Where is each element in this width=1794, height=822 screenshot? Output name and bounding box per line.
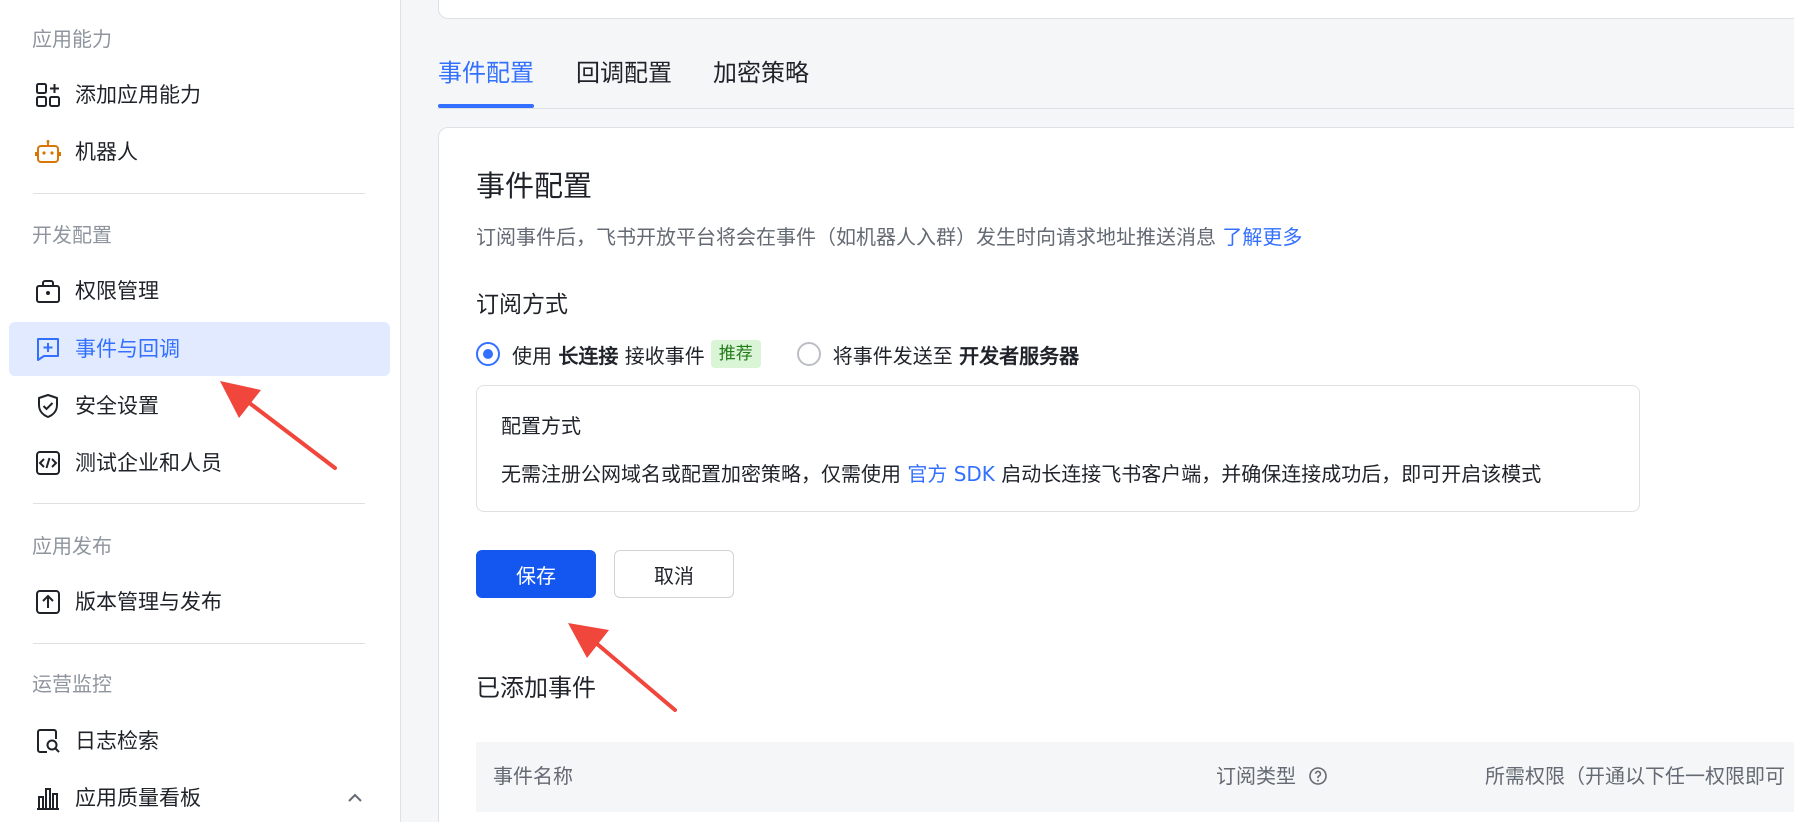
option-server-prefix: 将事件发送至: [832, 343, 953, 368]
column-header-event-name: 事件名称: [493, 764, 573, 788]
sidebar-item-label: 应用质量看板: [75, 786, 201, 810]
save-button[interactable]: 保存: [476, 550, 596, 598]
option-long-connection-suffix: 接收事件: [624, 343, 705, 368]
sidebar: 应用能力 添加应用能力 机器人 开发配置 权限管理 事件与回调 安全设置 测试企…: [0, 0, 401, 822]
section-title-monitoring: 运营监控: [32, 672, 112, 696]
code-test-icon: [36, 451, 60, 475]
sidebar-item-label: 日志检索: [75, 729, 159, 753]
sidebar-item-label: 事件与回调: [75, 337, 180, 361]
sidebar-item-event-callback[interactable]: 事件与回调: [9, 322, 390, 376]
sidebar-item-label: 测试企业和人员: [75, 451, 222, 475]
add-capability-icon: [36, 83, 60, 107]
section-title-dev-config: 开发配置: [32, 223, 112, 247]
tab-bar: 事件配置 回调配置 加密策略: [438, 50, 1794, 109]
learn-more-link[interactable]: 了解更多: [1222, 225, 1302, 249]
option-long-connection-bold: 长连接: [558, 343, 619, 368]
chevron-up-icon[interactable]: [344, 787, 366, 809]
sidebar-item-label: 安全设置: [75, 394, 159, 418]
app-root: 应用能力 添加应用能力 机器人 开发配置 权限管理 事件与回调 安全设置 测试企…: [0, 0, 1794, 822]
tab-active-indicator: [438, 104, 534, 108]
option-server-bold: 开发者服务器: [959, 343, 1080, 368]
added-events-title: 已添加事件: [476, 674, 596, 702]
config-method-box: 配置方式 无需注册公网域名或配置加密策略，仅需使用 官方 SDK 启动长连接飞书…: [476, 385, 1640, 512]
top-card: [438, 0, 1794, 19]
sidebar-item-test-users[interactable]: 测试企业和人员: [9, 436, 390, 490]
cancel-button[interactable]: 取消: [614, 550, 734, 598]
column-header-subscribe-type: 订阅类型: [1216, 762, 1328, 790]
tab-event-config[interactable]: 事件配置: [438, 56, 534, 90]
subscribe-method-radio-group: 使用 长连接 接收事件 推荐 将事件发送至 开发者服务器: [476, 337, 1079, 371]
sidebar-item-add-capability[interactable]: 添加应用能力: [9, 68, 390, 122]
description-text: 订阅事件后，飞书开放平台将会在事件（如机器人入群）发生时向请求地址推送消息: [476, 225, 1216, 249]
official-sdk-link[interactable]: 官方 SDK: [907, 462, 995, 486]
sidebar-item-log-search[interactable]: 日志检索: [9, 714, 390, 768]
section-title-publish: 应用发布: [32, 534, 112, 558]
sidebar-item-quality-dashboard[interactable]: 应用质量看板: [9, 771, 390, 822]
config-text-before: 无需注册公网域名或配置加密策略，仅需使用: [501, 462, 901, 486]
event-callback-icon: [37, 338, 59, 361]
radio-developer-server[interactable]: [796, 342, 821, 366]
config-method-text: 无需注册公网域名或配置加密策略，仅需使用 官方 SDK 启动长连接飞书客户端，并…: [501, 460, 1541, 488]
sidebar-item-security[interactable]: 安全设置: [9, 379, 390, 433]
config-method-title: 配置方式: [501, 414, 581, 438]
panel-description: 订阅事件后，飞书开放平台将会在事件（如机器人入群）发生时向请求地址推送消息 了解…: [476, 223, 1302, 251]
sidebar-divider: [33, 503, 365, 504]
sidebar-item-label: 权限管理: [75, 279, 159, 303]
sidebar-item-label: 机器人: [75, 140, 138, 164]
tab-callback-config[interactable]: 回调配置: [576, 56, 672, 90]
radio-long-connection[interactable]: [476, 342, 500, 366]
question-icon[interactable]: [1308, 766, 1328, 786]
option-developer-server: 将事件发送至 开发者服务器: [796, 340, 1080, 369]
bar-chart-icon: [37, 788, 59, 810]
sidebar-item-label: 版本管理与发布: [75, 590, 222, 614]
page-title: 事件配置: [476, 169, 593, 203]
sidebar-divider: [33, 193, 365, 194]
log-search-icon: [37, 729, 60, 753]
option-long-connection-prefix: 使用: [512, 343, 552, 368]
sidebar-divider: [33, 643, 365, 644]
config-text-after: 启动长连接飞书客户端，并确保连接成功后，即可开启该模式: [1001, 462, 1542, 486]
column-header-permissions: 所需权限（开通以下任一权限即可: [1485, 764, 1785, 788]
tab-encryption-policy[interactable]: 加密策略: [713, 56, 809, 90]
sidebar-item-permissions[interactable]: 权限管理: [9, 264, 390, 318]
subscribe-method-title: 订阅方式: [476, 292, 568, 318]
sidebar-item-label: 添加应用能力: [75, 83, 201, 107]
events-table-header: 事件名称 订阅类型 所需权限（开通以下任一权限即可: [476, 742, 1794, 812]
event-config-panel: 事件配置 订阅事件后，飞书开放平台将会在事件（如机器人入群）发生时向请求地址推送…: [438, 127, 1794, 822]
recommended-tag: 推荐: [710, 340, 761, 368]
robot-icon: [35, 140, 61, 163]
upload-icon: [36, 590, 60, 614]
subscribe-type-label: 订阅类型: [1216, 764, 1296, 788]
sidebar-item-robot[interactable]: 机器人: [9, 125, 390, 179]
section-title-capability: 应用能力: [32, 27, 112, 51]
sidebar-item-version-publish[interactable]: 版本管理与发布: [9, 575, 390, 629]
shield-check-icon: [38, 394, 58, 418]
permission-lock-icon: [36, 280, 60, 303]
